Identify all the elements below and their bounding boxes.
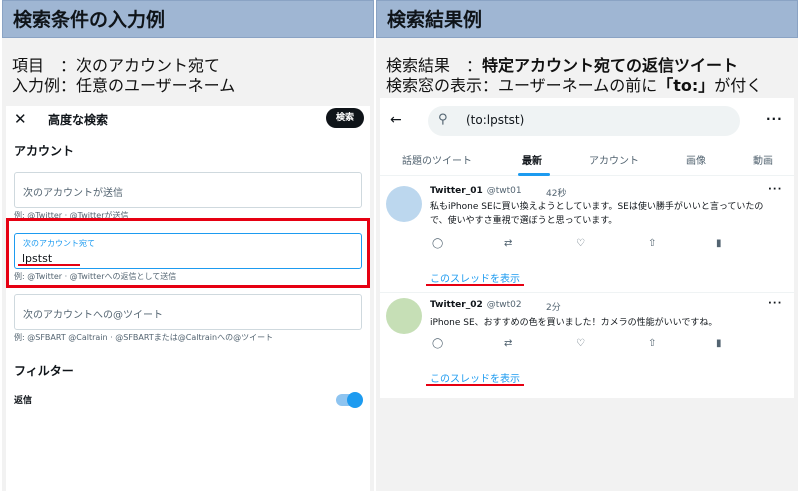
tweet-item[interactable]: Twitter_01 @twt01 42秒 ··· 私もiPhone SEに買い換… [380, 178, 794, 290]
more-dots-icon[interactable]: ··· [766, 112, 783, 126]
tweet-text: 私もiPhone SEに買い換えようとしています。SEは使い勝手がいいと言ってい… [430, 202, 764, 226]
advanced-search-header: ✕ 高度な検索 検索 [6, 106, 370, 134]
advanced-search-screen: ✕ 高度な検索 検索 アカウント 次のアカウントが送信 例: @Twitter … [6, 106, 370, 491]
tweet-time: 42秒 [546, 189, 567, 199]
tweet-author-handle: @twt01 [486, 186, 522, 196]
tweet-author[interactable]: Twitter_01 @twt01 [430, 186, 522, 196]
share-icon[interactable]: ⇧ [648, 238, 656, 249]
tweet-more-icon[interactable]: ··· [768, 184, 782, 195]
caption1-value: 特定アカウント宛ての返信ツイート [482, 56, 739, 75]
caption2-label: 検索窓の表示：ユーザーネームの前に [386, 76, 658, 95]
search-button[interactable]: 検索 [326, 108, 364, 128]
right-caption-line1: 検索結果 ：特定アカウント宛ての返信ツイート [386, 56, 798, 76]
tweet-author-handle: @twt02 [486, 300, 522, 310]
tweet-author-name: Twitter_01 [430, 186, 483, 196]
right-caption-line2: 検索窓の表示：ユーザーネームの前に「to:」が付く [386, 76, 798, 96]
tweet-actions: ◯ ⇄ ♡ ⇧ ▮ [432, 238, 742, 252]
result-tabs: 話題のツイート 最新 アカウント 画像 動画 [380, 142, 794, 176]
avatar[interactable] [386, 298, 422, 334]
from-account-field-label: 次のアカウントが送信 [23, 188, 123, 199]
thread-link-underline [426, 284, 524, 286]
right-panel: 検索結果例 検索結果 ：特定アカウント宛ての返信ツイート 検索窓の表示：ユーザー… [376, 0, 798, 491]
like-icon[interactable]: ♡ [576, 238, 585, 249]
highlight-box [6, 218, 370, 288]
tab-images[interactable]: 画像 [686, 152, 706, 167]
avatar[interactable] [386, 186, 422, 222]
tweet-text: iPhone SE、おすすめの色を買いました！カメラの性能がいいですね。 [430, 318, 718, 328]
right-banner-title: 検索結果例 [376, 0, 798, 38]
tweet-author-name: Twitter_02 [430, 300, 483, 310]
analytics-icon[interactable]: ▮ [716, 238, 722, 249]
retweet-icon[interactable]: ⇄ [504, 338, 512, 349]
reply-icon[interactable]: ◯ [432, 338, 443, 349]
left-caption-line2: 入力例：任意のユーザーネーム [12, 76, 236, 95]
left-panel: 検索条件の入力例 項目 ：次のアカウント宛て 入力例：任意のユーザーネーム ✕ … [2, 0, 374, 491]
search-icon: ⚲ [438, 112, 448, 127]
active-tab-indicator [518, 173, 550, 176]
tweet-actions: ◯ ⇄ ♡ ⇧ ▮ [432, 338, 742, 352]
from-account-field[interactable]: 次のアカウントが送信 [14, 172, 362, 208]
left-caption: 項目 ：次のアカウント宛て 入力例：任意のユーザーネーム [2, 38, 374, 96]
like-icon[interactable]: ♡ [576, 338, 585, 349]
right-caption: 検索結果 ：特定アカウント宛ての返信ツイート 検索窓の表示：ユーザーネームの前に… [376, 38, 798, 96]
reply-toggle-label: 返信 [14, 396, 33, 406]
tweet-author[interactable]: Twitter_02 @twt02 [430, 300, 522, 310]
analytics-icon[interactable]: ▮ [716, 338, 722, 349]
mention-account-field[interactable]: 次のアカウントへの@ツイート [14, 294, 362, 330]
mention-account-hint: 例: @SFBART @Caltrain · @SFBARTまたは@Caltra… [14, 333, 274, 342]
thread-link-underline [426, 384, 524, 386]
left-caption-line1: 項目 ：次のアカウント宛て [12, 56, 221, 75]
search-input[interactable]: ⚲ (to:lpstst) [428, 106, 740, 136]
search-query: (to:lpstst) [466, 113, 525, 127]
share-icon[interactable]: ⇧ [648, 338, 656, 349]
tab-videos[interactable]: 動画 [753, 152, 773, 167]
left-banner-title: 検索条件の入力例 [2, 0, 374, 38]
show-thread-link[interactable]: このスレッドを表示 [430, 270, 520, 285]
mention-account-field-label: 次のアカウントへの@ツイート [23, 310, 163, 321]
caption1-label: 検索結果 ： [386, 56, 483, 75]
search-results-screen: ← ⚲ (to:lpstst) ··· 話題のツイート 最新 アカウント 画像 … [380, 98, 794, 398]
close-icon[interactable]: ✕ [14, 110, 27, 128]
tab-top[interactable]: 話題のツイート [402, 152, 472, 167]
caption2-value: 「to:」 [657, 76, 715, 95]
tweet-divider [380, 292, 794, 293]
advanced-search-title: 高度な検索 [48, 113, 109, 127]
filter-section-title: フィルター [14, 364, 74, 378]
tweet-item[interactable]: Twitter_02 @twt02 2分 ··· iPhone SE、おすすめの色… [380, 294, 794, 394]
retweet-icon[interactable]: ⇄ [504, 238, 512, 249]
account-section-title: アカウント [14, 144, 75, 158]
reply-toggle-knob [347, 392, 363, 408]
tweet-time: 2分 [546, 303, 561, 313]
reply-icon[interactable]: ◯ [432, 238, 443, 249]
reply-toggle[interactable] [336, 392, 363, 408]
tweet-more-icon[interactable]: ··· [768, 298, 782, 309]
back-arrow-icon[interactable]: ← [390, 112, 402, 128]
show-thread-link[interactable]: このスレッドを表示 [430, 370, 520, 385]
tab-latest[interactable]: 最新 [522, 152, 542, 167]
tab-accounts[interactable]: アカウント [589, 152, 639, 167]
caption2-suffix: が付く [714, 76, 763, 95]
